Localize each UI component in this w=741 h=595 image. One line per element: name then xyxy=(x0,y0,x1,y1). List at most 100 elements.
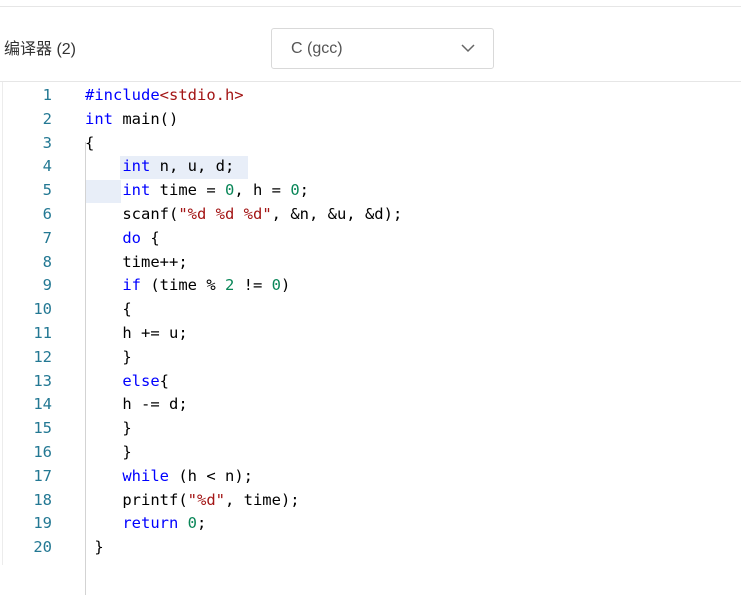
code-line[interactable]: 5 int time = 0, h = 0; xyxy=(0,179,741,203)
code-line[interactable]: 16 } xyxy=(0,441,741,465)
code-token: main() xyxy=(113,109,179,128)
code-token: 0 xyxy=(224,181,235,200)
code-line[interactable]: 13 else{ xyxy=(0,370,741,394)
code-line[interactable]: 2 int main() xyxy=(0,108,741,132)
line-number: 19 xyxy=(33,514,52,533)
code-text: else{ xyxy=(85,370,169,394)
line-number: 11 xyxy=(33,324,52,342)
code-token: time++; xyxy=(85,252,188,271)
code-token: 2 xyxy=(225,276,235,295)
code-editor[interactable]: 1 #include<stdio.h> 2 int main() 3{4 int n, … xyxy=(0,81,741,595)
code-line[interactable]: 4 int n, u, d; xyxy=(0,155,741,179)
code-text: int main() xyxy=(85,108,178,132)
code-token: printf( xyxy=(85,490,188,509)
code-line[interactable]: 17 while (h < n); xyxy=(0,465,741,489)
code-line[interactable]: 7 do { xyxy=(0,227,741,251)
code-line[interactable]: 18 printf("%d", time); xyxy=(0,489,741,513)
line-number: 6 xyxy=(42,205,52,223)
code-text: #include<stdio.h> xyxy=(85,84,244,108)
code-token: return xyxy=(122,514,179,533)
line-number: 8 xyxy=(42,252,52,271)
code-token: <stdio.h> xyxy=(159,86,244,104)
code-token: "%d" xyxy=(187,490,225,509)
code-line[interactable]: 11 h += u; xyxy=(0,322,741,346)
line-number: 2 xyxy=(42,109,52,128)
line-number: 10 xyxy=(33,300,52,319)
code-text: } xyxy=(85,346,132,370)
code-text: if (time % 2 != 0) xyxy=(85,274,290,298)
code-token: { xyxy=(85,300,132,319)
line-number: 12 xyxy=(33,347,52,366)
code-token: 0 xyxy=(290,181,300,200)
code-line[interactable]: 14 h -= d; xyxy=(0,393,741,417)
code-token: { xyxy=(85,133,95,152)
line-number: 4 xyxy=(42,157,52,176)
code-token: int xyxy=(85,109,113,128)
code-line[interactable]: 19 return 0; xyxy=(0,512,741,536)
code-line[interactable]: 12 } xyxy=(0,346,741,370)
code-text: } xyxy=(85,417,132,441)
code-line[interactable]: 6 scanf("%d %d %d", &n, &u, &d); xyxy=(0,203,741,227)
code-token: 0 xyxy=(187,514,198,533)
code-text: time++; xyxy=(85,251,188,275)
compiler-select-value: C (gcc) xyxy=(291,40,343,57)
code-token: else xyxy=(122,371,160,390)
line-number: 17 xyxy=(33,466,52,485)
line-number: 20 xyxy=(33,538,52,557)
code-text: printf("%d", time); xyxy=(85,489,300,513)
code-text: scanf("%d %d %d", &n, &u, &d); xyxy=(85,203,402,227)
code-token: "%d %d %d" xyxy=(178,205,272,223)
code-token: { xyxy=(141,228,160,247)
code-line[interactable]: 10 { xyxy=(0,298,741,322)
code-token: time = xyxy=(150,181,225,200)
code-line[interactable]: 9 if (time % 2 != 0) xyxy=(0,274,741,298)
chevron-down-icon xyxy=(461,44,475,53)
code-line[interactable]: 20 } xyxy=(0,536,741,560)
code-token: } xyxy=(85,347,132,366)
code-line[interactable]: 8 time++; xyxy=(0,251,741,275)
code-text: int n, u, d; xyxy=(85,155,234,179)
code-text: do { xyxy=(85,227,160,251)
code-token: while xyxy=(122,466,169,485)
code-token: int xyxy=(122,157,151,176)
code-text: int time = 0, h = 0; xyxy=(85,179,309,203)
code-token: , h = xyxy=(234,181,291,200)
code-text: h += u; xyxy=(85,322,188,346)
code-token: h += u; xyxy=(85,324,188,342)
line-number: 9 xyxy=(42,276,52,295)
code-token: 0 xyxy=(271,276,282,295)
line-number: 15 xyxy=(33,419,52,438)
code-token: ; xyxy=(197,514,207,533)
code-token: (time % xyxy=(141,276,225,295)
code-line[interactable]: 3{ xyxy=(0,132,741,156)
line-number: 14 xyxy=(33,395,52,414)
compiler-toolbar: 编译器 (2) C (gcc) xyxy=(0,7,741,81)
code-text: return 0; xyxy=(85,512,206,536)
line-number: 16 xyxy=(33,443,52,461)
line-number: 1 xyxy=(42,86,52,104)
code-token: { xyxy=(159,371,169,390)
compiler-select[interactable]: C (gcc) xyxy=(271,28,494,69)
code-text: { xyxy=(85,132,94,156)
code-token: , time); xyxy=(224,490,300,509)
line-number: 3 xyxy=(42,133,52,152)
line-number: 18 xyxy=(33,490,52,509)
code-token: } xyxy=(85,419,132,438)
code-token: scanf( xyxy=(85,205,179,223)
code-text: while (h < n); xyxy=(85,465,253,489)
code-token: ) xyxy=(281,276,291,295)
line-number: 5 xyxy=(42,181,52,200)
code-line[interactable]: 1 #include<stdio.h> xyxy=(0,84,741,108)
code-token: } xyxy=(85,538,104,557)
code-token: n, u, d; xyxy=(150,157,235,176)
code-token: do xyxy=(122,228,141,247)
code-line[interactable]: 15 } xyxy=(0,417,741,441)
code-token: if xyxy=(122,276,141,295)
code-token: (h < n); xyxy=(169,466,253,485)
